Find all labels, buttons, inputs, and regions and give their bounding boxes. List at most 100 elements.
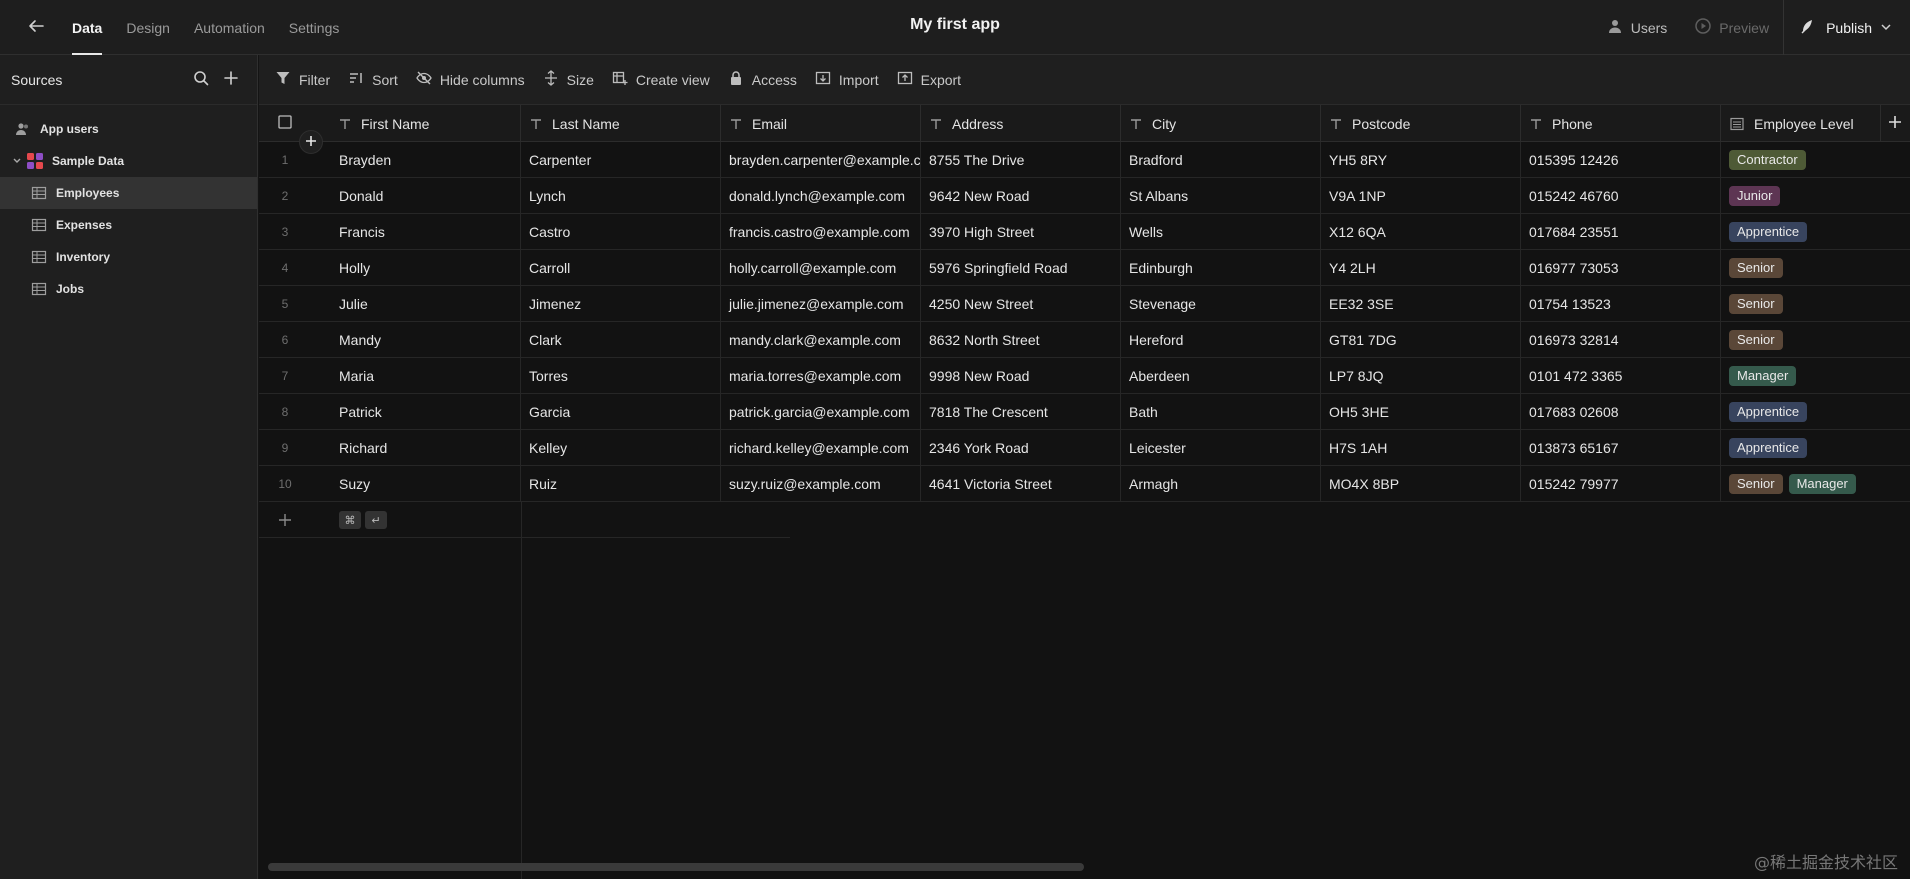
column-header-phone[interactable]: Phone	[1521, 105, 1721, 142]
column-header-email[interactable]: Email	[721, 105, 921, 142]
phone-cell[interactable]: 01754 13523	[1521, 286, 1721, 322]
column-header-employee-level[interactable]: Employee Level	[1721, 105, 1881, 142]
filter-button[interactable]: Filter	[275, 64, 330, 96]
employee-level-cell[interactable]: Senior	[1721, 250, 1910, 286]
address-cell[interactable]: 3970 High Street	[921, 214, 1121, 250]
table-row[interactable]: 9 Richard Kelley richard.kelley@example.com…	[259, 430, 1910, 466]
email-cell[interactable]: francis.castro@example.com	[721, 214, 921, 250]
employee-level-cell[interactable]: Senior	[1721, 286, 1910, 322]
employee-level-cell[interactable]: Apprentice	[1721, 214, 1910, 250]
email-cell[interactable]: suzy.ruiz@example.com	[721, 466, 921, 502]
last-name-cell[interactable]: Castro	[521, 214, 721, 250]
first-name-cell[interactable]: Richard	[311, 430, 521, 466]
first-name-cell[interactable]: Donald	[311, 178, 521, 214]
sort-button[interactable]: Sort	[348, 64, 398, 96]
column-header-last-name[interactable]: Last Name	[521, 105, 721, 142]
table-row[interactable]: 2 Donald Lynch donald.lynch@example.com 9642…	[259, 178, 1910, 214]
email-cell[interactable]: brayden.carpenter@example.com	[721, 142, 921, 178]
address-cell[interactable]: 7818 The Crescent	[921, 394, 1121, 430]
users-button[interactable]: Users	[1593, 0, 1682, 55]
publish-button[interactable]: Publish	[1783, 0, 1910, 55]
tab-automation[interactable]: Automation	[194, 0, 265, 55]
table-row[interactable]: 6 Mandy Clark mandy.clark@example.com 8632 N…	[259, 322, 1910, 358]
column-header-address[interactable]: Address	[921, 105, 1121, 142]
address-cell[interactable]: 9642 New Road	[921, 178, 1121, 214]
column-header-postcode[interactable]: Postcode	[1321, 105, 1521, 142]
address-cell[interactable]: 4250 New Street	[921, 286, 1121, 322]
horizontal-scrollbar[interactable]	[268, 863, 1084, 871]
postcode-cell[interactable]: H7S 1AH	[1321, 430, 1521, 466]
phone-cell[interactable]: 015242 79977	[1521, 466, 1721, 502]
address-cell[interactable]: 8632 North Street	[921, 322, 1121, 358]
first-name-cell[interactable]: Mandy	[311, 322, 521, 358]
address-cell[interactable]: 2346 York Road	[921, 430, 1121, 466]
tab-design[interactable]: Design	[126, 0, 170, 55]
postcode-cell[interactable]: MO4X 8BP	[1321, 466, 1521, 502]
table-row[interactable]: 4 Holly Carroll holly.carroll@example.com 59…	[259, 250, 1910, 286]
add-row-floating-button[interactable]	[299, 130, 323, 154]
phone-cell[interactable]: 013873 65167	[1521, 430, 1721, 466]
last-name-cell[interactable]: Carroll	[521, 250, 721, 286]
add-source-button[interactable]	[216, 65, 246, 95]
phone-cell[interactable]: 015242 46760	[1521, 178, 1721, 214]
table-row[interactable]: 1 Brayden Carpenter brayden.carpenter@examp…	[259, 142, 1910, 178]
last-name-cell[interactable]: Lynch	[521, 178, 721, 214]
phone-cell[interactable]: 016973 32814	[1521, 322, 1721, 358]
back-button[interactable]	[22, 13, 50, 41]
sidebar-item-expenses[interactable]: Expenses	[0, 209, 257, 241]
employee-level-cell[interactable]: Senior	[1721, 322, 1910, 358]
address-cell[interactable]: 5976 Springfield Road	[921, 250, 1121, 286]
phone-cell[interactable]: 017684 23551	[1521, 214, 1721, 250]
first-name-cell[interactable]: Patrick	[311, 394, 521, 430]
first-name-cell[interactable]: Suzy	[311, 466, 521, 502]
email-cell[interactable]: donald.lynch@example.com	[721, 178, 921, 214]
sidebar-item-sample-data[interactable]: Sample Data	[0, 145, 257, 177]
column-header-first-name[interactable]: First Name	[311, 105, 521, 142]
create-view-button[interactable]: Create view	[612, 64, 710, 96]
city-cell[interactable]: Armagh	[1121, 466, 1321, 502]
email-cell[interactable]: holly.carroll@example.com	[721, 250, 921, 286]
preview-button[interactable]: Preview	[1681, 0, 1783, 55]
email-cell[interactable]: maria.torres@example.com	[721, 358, 921, 394]
email-cell[interactable]: mandy.clark@example.com	[721, 322, 921, 358]
employee-level-cell[interactable]: Junior	[1721, 178, 1910, 214]
hide-columns-button[interactable]: Hide columns	[416, 64, 525, 96]
last-name-cell[interactable]: Garcia	[521, 394, 721, 430]
email-cell[interactable]: julie.jimenez@example.com	[721, 286, 921, 322]
access-button[interactable]: Access	[728, 64, 797, 96]
first-name-cell[interactable]: Maria	[311, 358, 521, 394]
add-column-button[interactable]	[1881, 105, 1910, 142]
employee-level-cell[interactable]: Apprentice	[1721, 430, 1910, 466]
first-name-cell[interactable]: Francis	[311, 214, 521, 250]
address-cell[interactable]: 9998 New Road	[921, 358, 1121, 394]
size-button[interactable]: Size	[543, 64, 594, 96]
city-cell[interactable]: Aberdeen	[1121, 358, 1321, 394]
postcode-cell[interactable]: V9A 1NP	[1321, 178, 1521, 214]
email-cell[interactable]: richard.kelley@example.com	[721, 430, 921, 466]
last-name-cell[interactable]: Ruiz	[521, 466, 721, 502]
table-row[interactable]: 10 Suzy Ruiz suzy.ruiz@example.com 4641 Vict…	[259, 466, 1910, 502]
export-button[interactable]: Export	[897, 64, 961, 96]
employee-level-cell[interactable]: Manager	[1721, 358, 1910, 394]
table-row[interactable]: 7 Maria Torres maria.torres@example.com 9998…	[259, 358, 1910, 394]
new-row[interactable]: ⌘ ↵	[259, 502, 790, 538]
postcode-cell[interactable]: EE32 3SE	[1321, 286, 1521, 322]
first-name-cell[interactable]: Brayden	[311, 142, 521, 178]
first-name-cell[interactable]: Holly	[311, 250, 521, 286]
table-row[interactable]: 8 Patrick Garcia patrick.garcia@example.com…	[259, 394, 1910, 430]
phone-cell[interactable]: 015395 12426	[1521, 142, 1721, 178]
city-cell[interactable]: Wells	[1121, 214, 1321, 250]
sidebar-item-app-users[interactable]: App users	[0, 113, 257, 145]
employee-level-cell[interactable]: Apprentice	[1721, 394, 1910, 430]
column-header-city[interactable]: City	[1121, 105, 1321, 142]
employee-level-cell[interactable]: Senior Manager	[1721, 466, 1910, 502]
city-cell[interactable]: Bath	[1121, 394, 1321, 430]
last-name-cell[interactable]: Carpenter	[521, 142, 721, 178]
phone-cell[interactable]: 016977 73053	[1521, 250, 1721, 286]
address-cell[interactable]: 8755 The Drive	[921, 142, 1121, 178]
tab-data[interactable]: Data	[72, 0, 103, 55]
phone-cell[interactable]: 0101 472 3365	[1521, 358, 1721, 394]
sidebar-item-jobs[interactable]: Jobs	[0, 273, 257, 305]
phone-cell[interactable]: 017683 02608	[1521, 394, 1721, 430]
postcode-cell[interactable]: YH5 8RY	[1321, 142, 1521, 178]
